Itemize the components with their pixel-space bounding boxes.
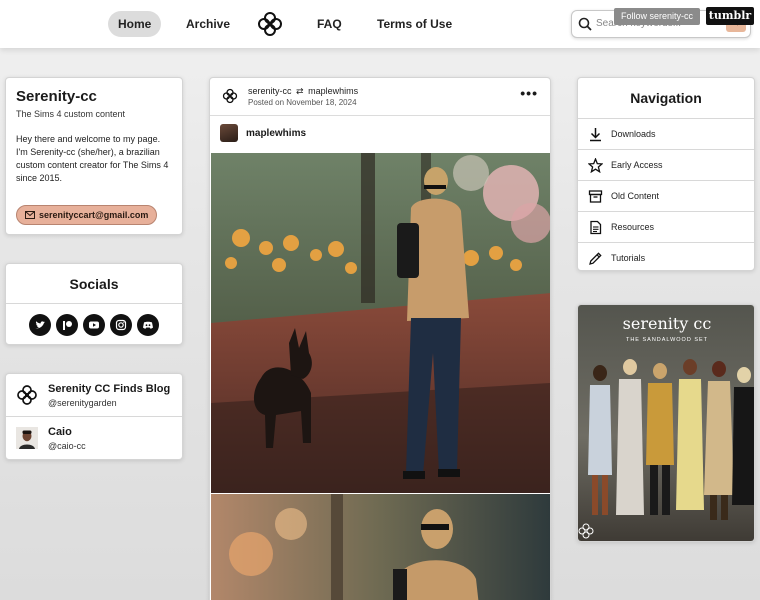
avatar (16, 427, 38, 449)
nav-item-tutorials[interactable]: Tutorials (578, 242, 754, 270)
flower-logo-icon[interactable] (257, 11, 283, 37)
nav-home-link[interactable]: Home (108, 11, 162, 37)
related-blogs-card: Serenity CC Finds Blog @serenitygarden C… (5, 373, 183, 460)
nav-item-label: Tutorials (611, 253, 646, 263)
post-header: serenity-cc ⇄ maplewhims Posted on Novem… (210, 78, 550, 116)
blog-item[interactable]: Serenity CC Finds Blog @serenitygarden (6, 374, 182, 417)
post-image[interactable] (211, 153, 550, 493)
mail-icon (25, 211, 35, 219)
reblog-source-link[interactable]: maplewhims (308, 86, 358, 96)
navigation-card: Navigation Downloads Early Access Old Co… (577, 77, 755, 271)
profile-bio: Hey there and welcome to my page. I'm Se… (16, 134, 169, 183)
reblog-icon: ⇄ (296, 86, 304, 96)
blog-item[interactable]: Caio @caio-cc (6, 417, 182, 459)
nav-item-label: Old Content (611, 191, 660, 201)
post-source-name[interactable]: maplewhims (246, 128, 306, 139)
top-navigation-bar: Home Archive FAQ Terms of Use Search key… (0, 0, 760, 48)
nav-item-early-access[interactable]: Early Access (578, 149, 754, 180)
star-icon (588, 158, 603, 173)
tumblr-logo-button[interactable]: tumblr (706, 7, 754, 25)
nav-archive-link[interactable]: Archive (176, 11, 240, 37)
post-source-row: maplewhims (210, 116, 550, 152)
promo-subtitle: THE SANDALWOOD SET (626, 337, 708, 343)
email-button[interactable]: serenityccart@gmail.com (16, 205, 158, 225)
twitter-icon[interactable] (29, 314, 51, 336)
promo-banner[interactable]: serenity cc THE SANDALWOOD SET (577, 304, 755, 542)
nav-terms-link[interactable]: Terms of Use (367, 11, 462, 37)
avatar[interactable] (220, 124, 238, 142)
nav-item-downloads[interactable]: Downloads (578, 118, 754, 149)
instagram-icon[interactable] (110, 314, 132, 336)
post-image[interactable] (211, 494, 550, 600)
flower-logo-icon (17, 385, 37, 405)
nav-item-label: Early Access (611, 160, 663, 170)
profile-card: Serenity-cc The Sims 4 custom content He… (5, 77, 183, 235)
profile-tagline: The Sims 4 custom content (16, 109, 126, 119)
blog-handle: @caio-cc (48, 441, 86, 451)
blog-handle: @serenitygarden (48, 398, 117, 408)
nav-item-resources[interactable]: Resources (578, 211, 754, 242)
flower-logo-icon[interactable] (222, 88, 238, 104)
post-author-link[interactable]: serenity-cc (248, 86, 292, 96)
download-icon (590, 128, 601, 142)
archive-box-icon (588, 190, 603, 203)
blog-title: Serenity CC Finds Blog (48, 383, 171, 395)
discord-icon[interactable] (137, 314, 159, 336)
profile-name: Serenity-cc (16, 88, 97, 105)
search-icon (578, 17, 592, 31)
pencil-icon (589, 252, 602, 265)
nav-item-label: Resources (611, 222, 655, 232)
promo-title: serenity cc (623, 314, 712, 333)
patreon-icon[interactable] (56, 314, 78, 336)
nav-faq-link[interactable]: FAQ (307, 11, 352, 37)
post-attribution: serenity-cc ⇄ maplewhims (248, 86, 358, 97)
post-date: Posted on November 18, 2024 (248, 98, 357, 107)
blog-title: Caio (48, 426, 72, 438)
navigation-heading: Navigation (630, 90, 702, 106)
nav-item-label: Downloads (611, 129, 656, 139)
youtube-icon[interactable] (83, 314, 105, 336)
document-icon (590, 220, 602, 235)
follow-button[interactable]: Follow serenity-cc (614, 8, 701, 25)
more-options-icon[interactable]: ••• (520, 85, 538, 101)
socials-heading: Socials (6, 264, 182, 304)
post-card: serenity-cc ⇄ maplewhims Posted on Novem… (209, 77, 551, 600)
socials-card: Socials (5, 263, 183, 345)
nav-item-old-content[interactable]: Old Content (578, 180, 754, 211)
email-label: serenityccart@gmail.com (39, 210, 149, 220)
